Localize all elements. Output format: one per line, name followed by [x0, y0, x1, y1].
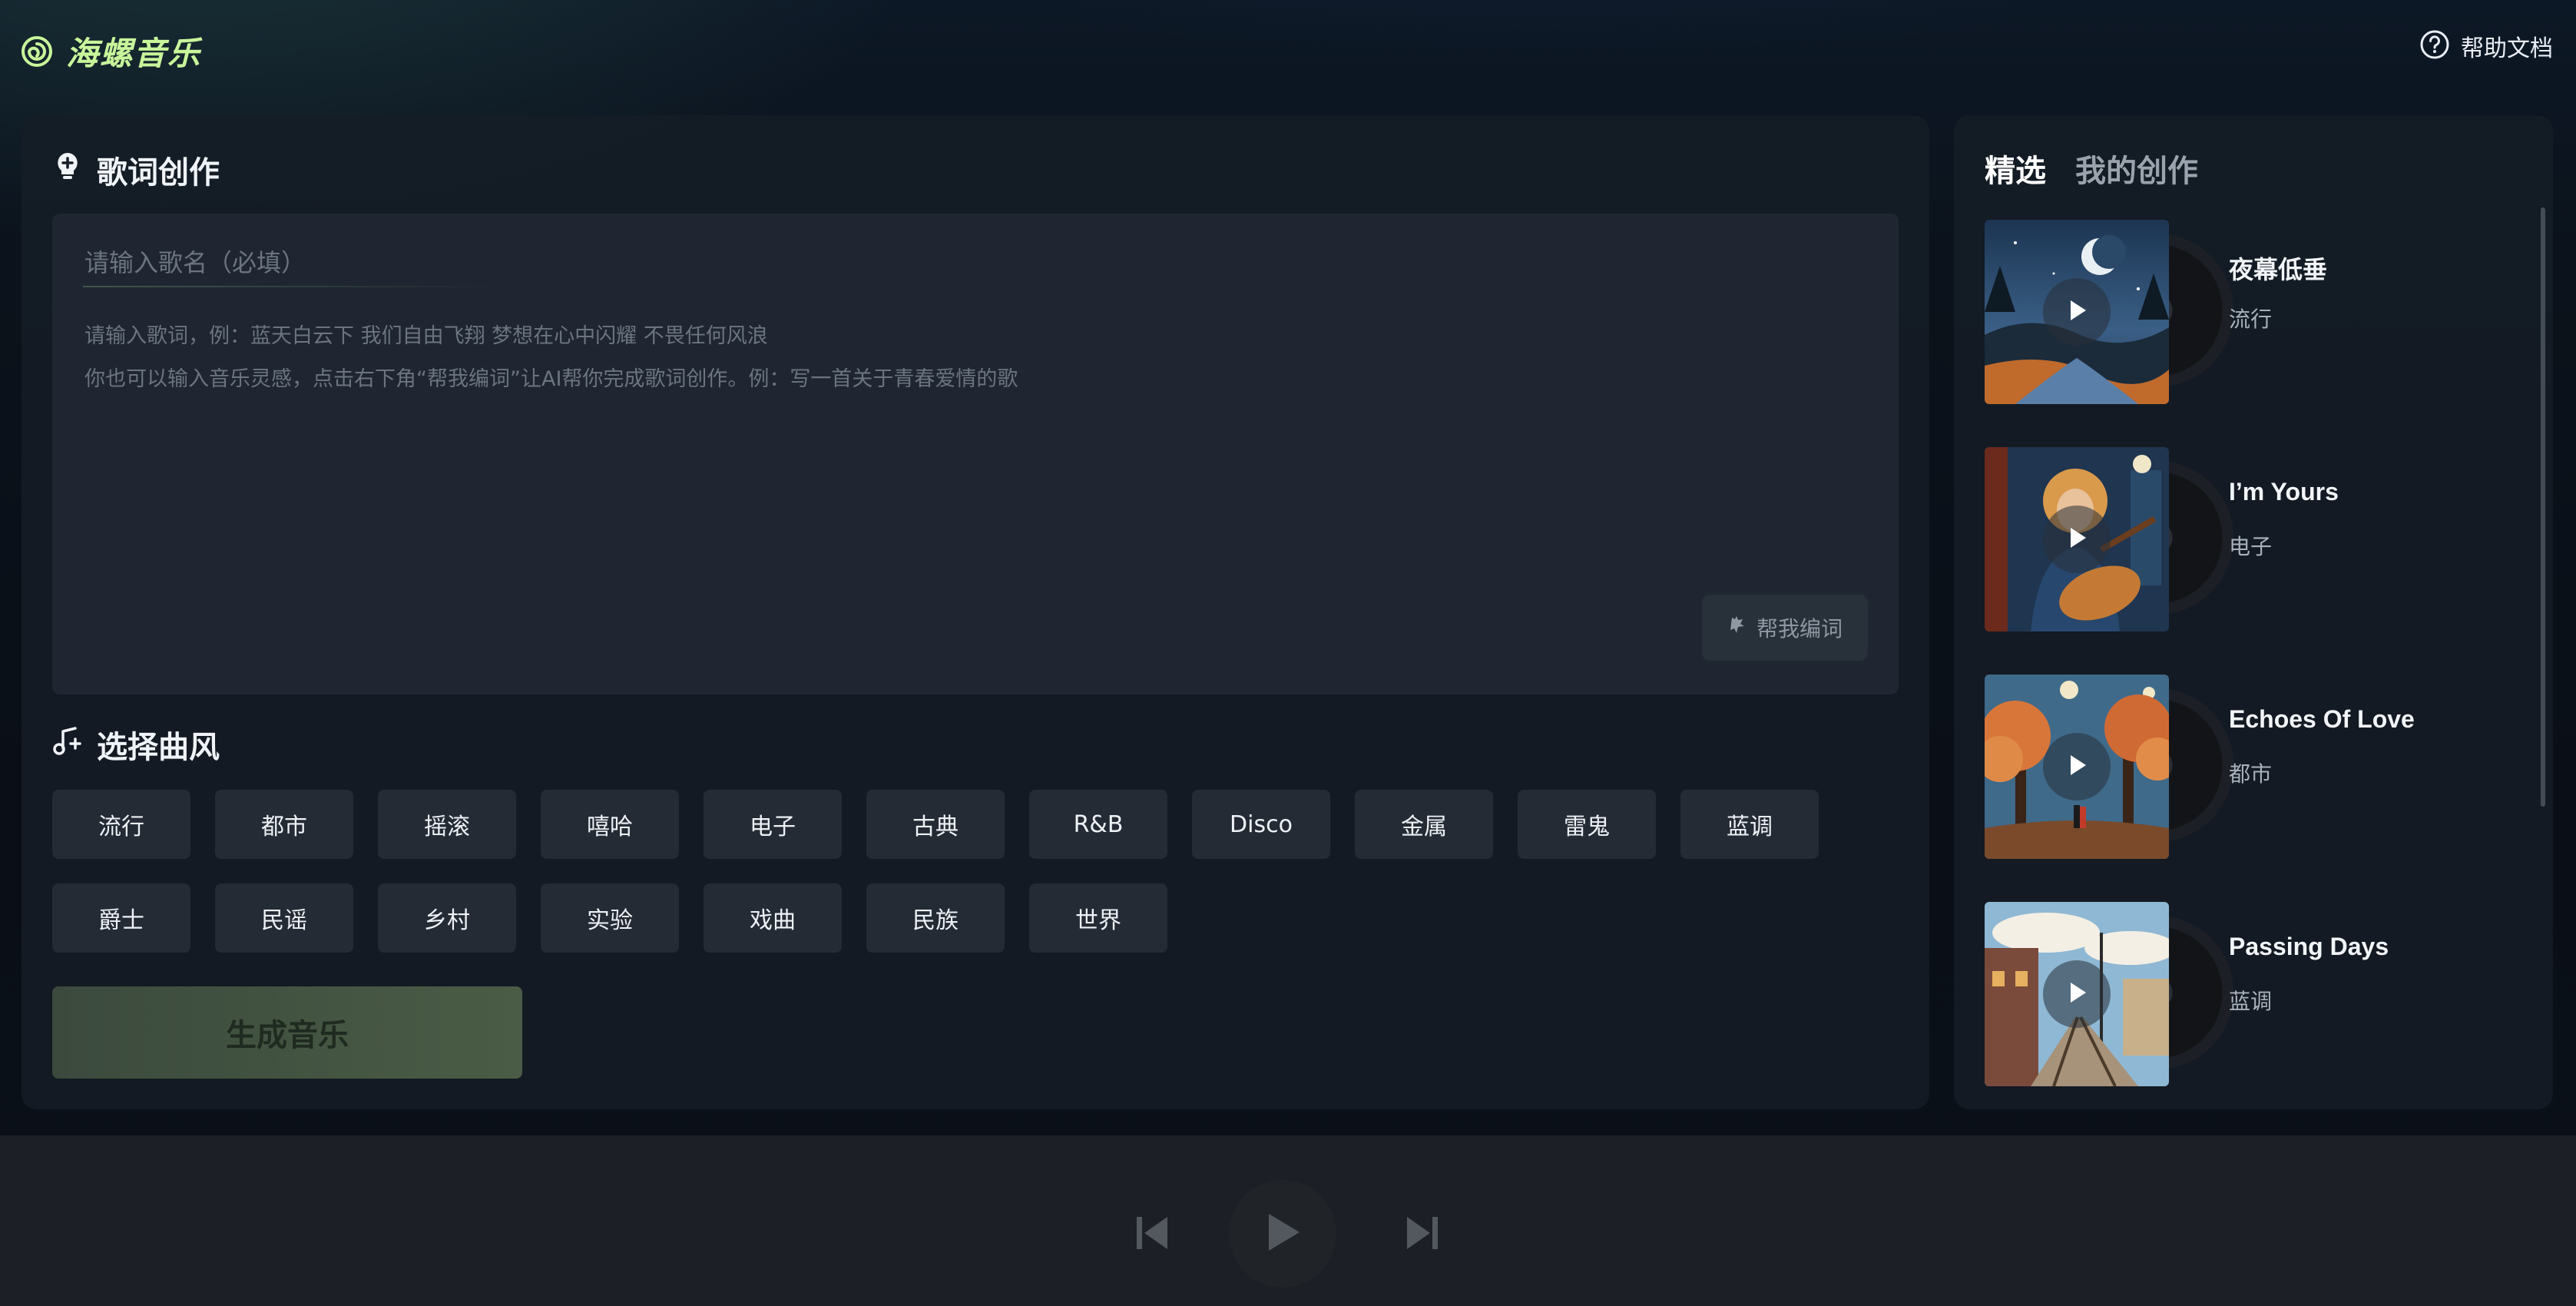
app-logo[interactable]: 海螺音乐	[20, 28, 201, 75]
play-icon	[2063, 524, 2091, 555]
genre-button[interactable]: 实验	[541, 883, 679, 953]
genre-title-text: 选择曲风	[97, 730, 220, 765]
snail-logo-icon	[20, 35, 54, 68]
genre-section-title: 选择曲风	[52, 722, 220, 767]
song-name-underline	[83, 286, 498, 287]
lyrics-textarea[interactable]	[83, 313, 1868, 578]
genre-button[interactable]: 民谣	[215, 883, 353, 953]
play-icon	[2063, 297, 2091, 327]
song-item[interactable]: Echoes Of Love 都市	[1985, 675, 2522, 859]
genre-button[interactable]: 电子	[704, 790, 842, 859]
play-icon	[1264, 1212, 1301, 1256]
genre-button[interactable]: 民族	[866, 883, 1005, 953]
help-write-label: 帮我编词	[1756, 616, 1843, 641]
genre-button[interactable]: 金属	[1355, 790, 1493, 859]
song-item[interactable]: 夜幕低垂 流行	[1985, 220, 2522, 404]
help-write-lyrics-button[interactable]: 帮我编词	[1702, 595, 1868, 661]
genre-button[interactable]: 都市	[215, 790, 353, 859]
genre-button[interactable]: 摇滚	[378, 790, 516, 859]
creation-panel: 歌词创作 帮我编词 选择曲风 流行 都市 摇滚 嘻哈 电子	[22, 115, 1929, 1109]
song-title: 夜幕低垂	[2229, 256, 2328, 283]
lyrics-title-text: 歌词创作	[97, 155, 220, 191]
tab-my-creations[interactable]: 我的创作	[2075, 146, 2198, 191]
genre-button[interactable]: 蓝调	[1680, 790, 1819, 859]
help-docs-label: 帮助文档	[2461, 35, 2553, 62]
player-bar	[0, 1135, 2576, 1306]
song-title: Passing Days	[2229, 933, 2389, 960]
genre-button[interactable]: 流行	[52, 790, 190, 859]
play-overlay-button[interactable]	[2043, 278, 2111, 346]
song-genre: 蓝调	[2229, 989, 2273, 1014]
skip-previous-icon[interactable]	[1135, 1214, 1169, 1255]
song-name-input[interactable]	[83, 244, 547, 281]
genre-button[interactable]: 乡村	[378, 883, 516, 953]
question-circle-icon	[2419, 29, 2450, 63]
song-genre: 都市	[2229, 761, 2273, 787]
play-overlay-button[interactable]	[2043, 505, 2111, 573]
music-note-plus-icon	[52, 725, 83, 764]
tab-featured[interactable]: 精选	[1985, 146, 2046, 191]
genre-button[interactable]: Disco	[1192, 790, 1330, 859]
play-overlay-button[interactable]	[2043, 960, 2111, 1028]
app-name: 海螺音乐	[66, 35, 202, 72]
genre-button[interactable]: 爵士	[52, 883, 190, 953]
generate-music-button[interactable]: 生成音乐	[52, 986, 522, 1079]
play-icon	[2063, 979, 2091, 1009]
song-genre: 电子	[2229, 534, 2273, 559]
lightbulb-plus-icon	[52, 151, 83, 189]
genre-button[interactable]: 嘻哈	[541, 790, 679, 859]
genre-button[interactable]: R&B	[1029, 790, 1167, 859]
featured-panel: 精选 我的创作 夜幕低垂 流行 I’m Yours 电子 Echoes Of L…	[1954, 115, 2553, 1109]
lyrics-editor: 帮我编词	[52, 214, 1899, 694]
play-overlay-button[interactable]	[2043, 733, 2111, 801]
list-scrollbar[interactable]	[2541, 207, 2545, 807]
genre-button[interactable]: 雷鬼	[1518, 790, 1656, 859]
help-docs-link[interactable]: 帮助文档	[2419, 29, 2553, 63]
genre-button[interactable]: 戏曲	[704, 883, 842, 953]
main-play-button[interactable]	[1229, 1180, 1336, 1288]
song-title: I’m Yours	[2229, 478, 2339, 505]
song-item[interactable]: Passing Days 蓝调	[1985, 902, 2522, 1086]
album-art	[1985, 447, 2233, 631]
genre-button[interactable]: 世界	[1029, 883, 1167, 953]
song-item[interactable]: I’m Yours 电子	[1985, 447, 2522, 631]
panel-tabs: 精选 我的创作	[1985, 146, 2198, 191]
album-art	[1985, 675, 2233, 859]
album-art	[1985, 220, 2233, 404]
lyrics-section-title: 歌词创作	[52, 148, 220, 192]
album-art	[1985, 902, 2233, 1086]
song-genre: 流行	[2229, 307, 2273, 332]
song-title: Echoes Of Love	[2229, 705, 2415, 733]
skip-next-icon[interactable]	[1406, 1214, 1439, 1255]
play-icon	[2063, 751, 2091, 782]
top-header: 海螺音乐 帮助文档	[0, 0, 2576, 115]
sparkle-hand-icon	[1727, 615, 1749, 641]
genre-button[interactable]: 古典	[866, 790, 1005, 859]
